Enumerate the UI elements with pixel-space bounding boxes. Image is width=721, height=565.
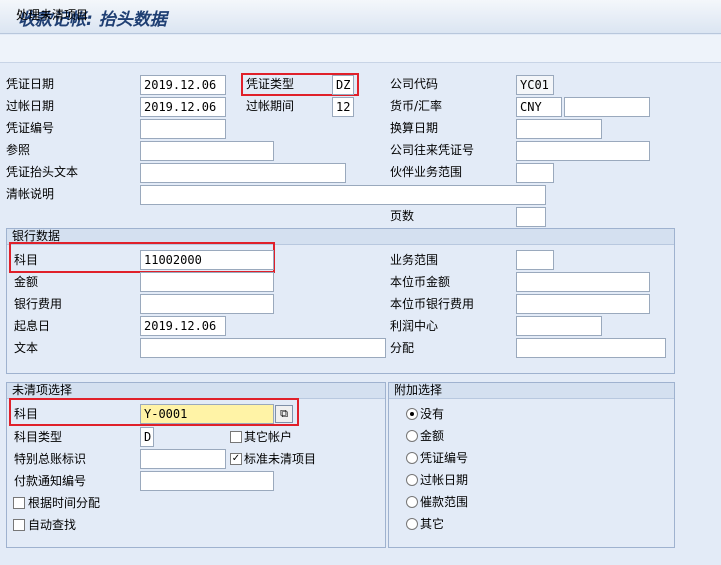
doc-number-field[interactable]	[140, 119, 226, 139]
trading-partner-label: 伙伴业务范围	[390, 165, 463, 179]
period-field[interactable]: 12	[332, 97, 354, 117]
bank-account-field[interactable]: 11002000	[140, 250, 274, 270]
posting-date-label: 过帐日期	[6, 99, 55, 113]
business-area-field[interactable]	[516, 250, 554, 270]
amount-field[interactable]	[140, 272, 274, 292]
intercompany-label: 公司往来凭证号	[390, 143, 475, 157]
doc-type-field[interactable]: DZ	[332, 75, 354, 95]
radio-amount-label: 金额	[420, 429, 445, 443]
reference-label: 参照	[6, 143, 31, 157]
oi-account-label: 科目	[14, 407, 39, 421]
translation-date-label: 换算日期	[390, 121, 439, 135]
business-area-label: 业务范围	[390, 253, 439, 267]
amount-label: 金额	[14, 275, 39, 289]
page-field[interactable]	[516, 207, 546, 227]
radio-doc-number[interactable]	[406, 452, 418, 464]
doc-number-label: 凭证编号	[6, 121, 55, 135]
assignment-label: 分配	[390, 341, 415, 355]
doc-date-label: 凭证日期	[6, 77, 55, 91]
page-label: 页数	[390, 209, 415, 223]
process-open-items-button[interactable]: 处理未清项目	[16, 6, 88, 24]
translation-date-field[interactable]	[516, 119, 602, 139]
trading-partner-field[interactable]	[516, 163, 554, 183]
special-gl-field[interactable]	[140, 449, 226, 469]
auto-search-label: 自动查找	[28, 518, 77, 532]
standard-oi-checkbox[interactable]: ✓	[230, 453, 242, 465]
radio-none[interactable]	[406, 408, 418, 420]
value-date-label: 起息日	[14, 319, 51, 333]
reference-field[interactable]	[140, 141, 274, 161]
distribute-by-age-checkbox[interactable]	[13, 497, 25, 509]
local-charges-field[interactable]	[516, 294, 650, 314]
intercompany-field[interactable]	[516, 141, 650, 161]
bank-charges-label: 银行费用	[14, 297, 63, 311]
bank-account-label: 科目	[14, 253, 39, 267]
clearing-text-field[interactable]	[140, 185, 546, 205]
radio-posting-date-label: 过帐日期	[420, 473, 469, 487]
open-item-selection-title: 未清项选择	[7, 383, 385, 399]
radio-amount[interactable]	[406, 430, 418, 442]
radio-doc-number-label: 凭证编号	[420, 451, 469, 465]
radio-posting-date[interactable]	[406, 474, 418, 486]
payment-advice-field[interactable]	[140, 471, 274, 491]
other-accounts-label: 其它帐户	[244, 430, 293, 444]
auto-search-checkbox[interactable]	[13, 519, 25, 531]
distribute-by-age-label: 根据时间分配	[28, 496, 101, 510]
header-text-label: 凭证抬头文本	[6, 165, 79, 179]
radio-other-label: 其它	[420, 517, 445, 531]
toolbar	[0, 35, 721, 63]
doc-date-field[interactable]: 2019.12.06	[140, 75, 226, 95]
radio-none-label: 没有	[420, 407, 445, 421]
account-type-label: 科目类型	[14, 430, 63, 444]
standard-oi-label: 标准未清项目	[244, 452, 317, 466]
value-date-field[interactable]: 2019.12.06	[140, 316, 226, 336]
account-type-field[interactable]: D	[140, 427, 154, 447]
posting-date-field[interactable]: 2019.12.06	[140, 97, 226, 117]
oi-account-field[interactable]: Y-0001	[140, 404, 274, 424]
doc-type-label: 凭证类型	[246, 77, 295, 91]
period-label: 过帐期间	[246, 99, 295, 113]
currency-field[interactable]: CNY	[516, 97, 562, 117]
company-code-label: 公司代码	[390, 77, 439, 91]
payment-advice-label: 付款通知编号	[14, 474, 87, 488]
radio-dunning-area[interactable]	[406, 496, 418, 508]
local-amount-field[interactable]	[516, 272, 650, 292]
radio-other[interactable]	[406, 518, 418, 530]
company-code-field: YC01	[516, 75, 554, 95]
clearing-text-label: 清帐说明	[6, 187, 55, 201]
other-accounts-checkbox[interactable]	[230, 431, 242, 443]
text-field[interactable]	[140, 338, 386, 358]
bank-charges-field[interactable]	[140, 294, 274, 314]
assignment-field[interactable]	[516, 338, 666, 358]
local-amount-label: 本位币金额	[390, 275, 451, 289]
search-help-icon[interactable]: ⧉	[275, 405, 293, 423]
currency-label: 货币/汇率	[390, 99, 443, 113]
special-gl-label: 特别总账标识	[14, 452, 87, 466]
local-charges-label: 本位币银行费用	[390, 297, 475, 311]
exchange-rate-field[interactable]	[564, 97, 650, 117]
profit-center-field[interactable]	[516, 316, 602, 336]
header-text-field[interactable]	[140, 163, 346, 183]
text-label: 文本	[14, 341, 39, 355]
profit-center-label: 利润中心	[390, 319, 439, 333]
additional-selection-title: 附加选择	[389, 383, 674, 399]
radio-dunning-area-label: 催款范围	[420, 495, 469, 509]
